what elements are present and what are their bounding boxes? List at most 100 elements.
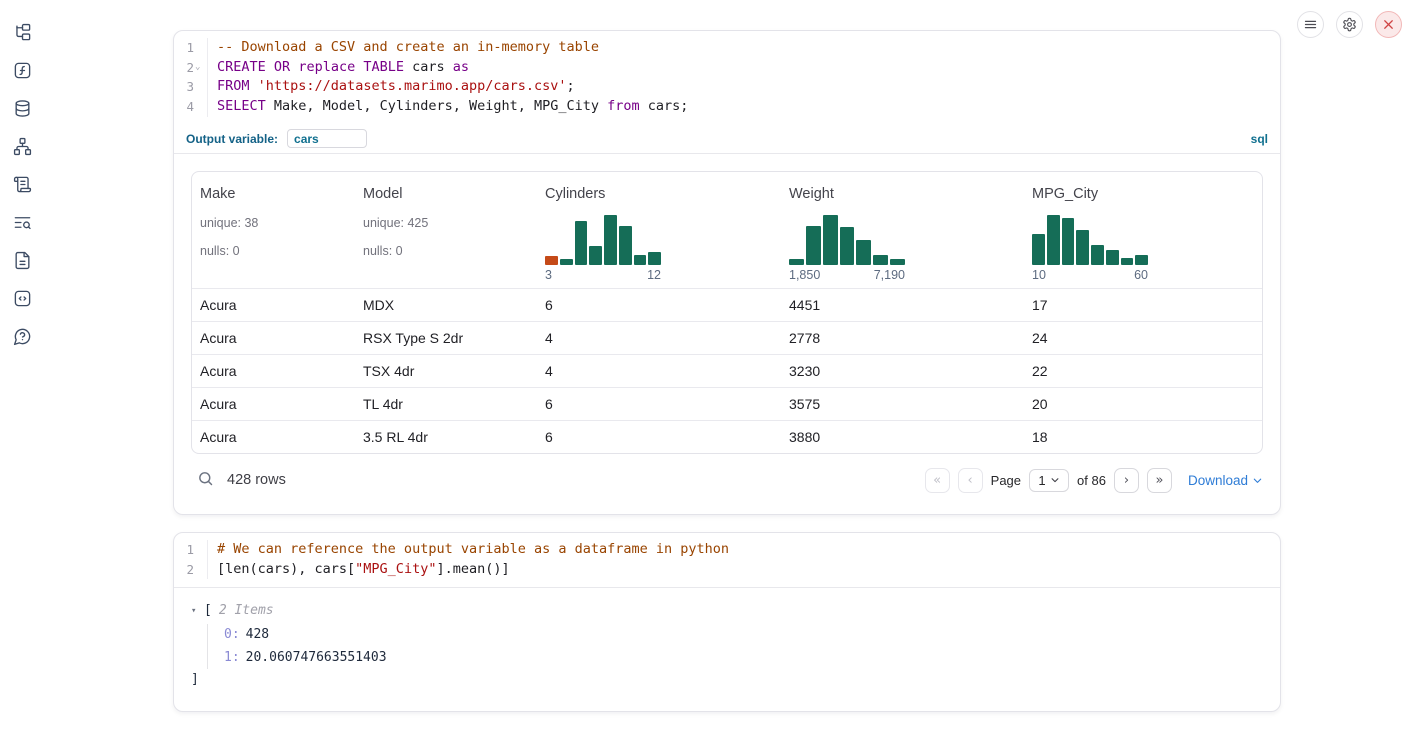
line-number: 2 xyxy=(186,560,194,580)
variables-icon[interactable] xyxy=(12,60,32,80)
axis-min-label: 1,850 xyxy=(789,268,820,282)
table-body: AcuraMDX6445117AcuraRSX Type S 2dr427782… xyxy=(192,288,1262,453)
column-stats: nulls: 0 xyxy=(363,243,537,260)
column-label[interactable]: Model xyxy=(363,185,537,203)
settings-button[interactable] xyxy=(1336,11,1363,38)
search-icon[interactable] xyxy=(195,470,215,490)
next-page-button[interactable]: › xyxy=(1114,468,1139,493)
table-cell: 4451 xyxy=(781,297,1024,313)
topbar xyxy=(1297,11,1402,38)
download-button[interactable]: Download xyxy=(1188,473,1263,488)
sql-code-editor[interactable]: 1-- Download a CSV and create an in-memo… xyxy=(174,31,1280,125)
code-line[interactable]: 4SELECT Make, Model, Cylinders, Weight, … xyxy=(174,97,1280,117)
table-cell: 4 xyxy=(537,330,781,346)
histogram-bar xyxy=(1091,245,1104,265)
table-cell: Acura xyxy=(192,429,355,445)
table-row: Acura3.5 RL 4dr6388018 xyxy=(192,420,1262,453)
code-line[interactable]: 2[len(cars), cars["MPG_City"].mean()] xyxy=(174,560,1280,580)
column-stats: unique: 38 xyxy=(200,215,355,232)
prev-page-button[interactable]: ‹ xyxy=(958,468,983,493)
histogram-bar xyxy=(1121,258,1134,265)
code-line[interactable]: 3FROM 'https://datasets.marimo.app/cars.… xyxy=(174,77,1280,97)
table-cell: 22 xyxy=(1024,363,1262,379)
histogram-bar xyxy=(1106,250,1119,265)
file-explorer-icon[interactable] xyxy=(12,22,32,42)
documentation-icon[interactable] xyxy=(12,250,32,270)
sql-output: Make unique: 38 nulls: 0Model unique: 425 nu… xyxy=(174,154,1280,494)
line-gutter: 2⌄ xyxy=(174,58,208,78)
table-row: AcuraTL 4dr6357520 xyxy=(192,387,1262,420)
axis-max-label: 7,190 xyxy=(874,268,905,282)
histogram-bar xyxy=(619,226,632,265)
python-code-editor[interactable]: 1# We can reference the output variable … xyxy=(174,533,1280,587)
snippets-icon[interactable] xyxy=(12,288,32,308)
code-line[interactable]: 2⌄CREATE OR replace TABLE cars as xyxy=(174,58,1280,78)
marimo-notebook: 1 -- Download a CSV and create an in-memo… xyxy=(0,0,1408,729)
collapse-chevron-icon[interactable]: ▾ xyxy=(191,601,204,621)
code-text: CREATE OR replace TABLE cars as xyxy=(208,58,469,78)
column-histogram xyxy=(789,215,905,265)
table-column-header: Model unique: 425 nulls: 0 xyxy=(355,185,537,282)
histogram-axis: 3 12 xyxy=(545,268,661,282)
table-row: AcuraTSX 4dr4323022 xyxy=(192,354,1262,387)
chevron-down-icon xyxy=(1050,475,1060,485)
output-variable-label: Output variable: xyxy=(186,132,278,146)
histogram-bar xyxy=(873,255,888,265)
tree-entry-value: 20.060747663551403 xyxy=(246,650,387,665)
histogram-bar xyxy=(890,259,905,265)
help-icon[interactable] xyxy=(12,326,32,346)
table-cell: 18 xyxy=(1024,429,1262,445)
table-cell: 17 xyxy=(1024,297,1262,313)
code-text: -- Download a CSV and create an in-memor… xyxy=(208,38,599,58)
python-output-tree: ▾ [ 2 Items 0:4281:20.060747663551403 ] xyxy=(174,588,1280,690)
histogram-axis: 1060 xyxy=(1032,268,1148,282)
last-page-button[interactable]: » xyxy=(1147,468,1172,493)
column-label[interactable]: Cylinders xyxy=(545,185,781,203)
line-gutter: 3 xyxy=(174,77,208,97)
menu-button[interactable] xyxy=(1297,11,1324,38)
line-gutter: 4 xyxy=(174,97,208,117)
shutdown-button[interactable] xyxy=(1375,11,1402,38)
line-number: 2 xyxy=(186,58,194,78)
axis-max-label: 60 xyxy=(1134,268,1148,282)
table-header: Make unique: 38 nulls: 0Model unique: 425 nu… xyxy=(192,172,1262,288)
column-label[interactable]: MPG_City xyxy=(1032,185,1262,203)
histogram-bar xyxy=(545,256,558,265)
code-line[interactable]: 1-- Download a CSV and create an in-memo… xyxy=(174,38,1280,58)
histogram-bar xyxy=(589,246,602,265)
axis-min-label: 3 xyxy=(545,268,552,282)
histogram-bar xyxy=(1047,215,1060,265)
sql-cell: 1 -- Download a CSV and create an in-memo… xyxy=(173,30,1281,515)
table-cell: 3575 xyxy=(781,396,1024,412)
column-histogram xyxy=(545,215,661,265)
table-cell: 2778 xyxy=(781,330,1024,346)
page-select-value: 1 xyxy=(1038,473,1045,488)
column-label[interactable]: Weight xyxy=(789,185,1024,203)
language-badge: sql xyxy=(1251,132,1268,146)
dependency-graph-icon[interactable] xyxy=(12,136,32,156)
column-stats: unique: 425 xyxy=(363,215,537,232)
line-gutter: 2 xyxy=(174,560,208,580)
code-text: FROM 'https://datasets.marimo.app/cars.c… xyxy=(208,77,575,97)
column-label[interactable]: Make xyxy=(200,185,355,203)
data-table: Make unique: 38 nulls: 0Model unique: 425 nu… xyxy=(191,171,1263,454)
table-cell: MDX xyxy=(355,297,537,313)
histogram-axis: 1,850 7,190 xyxy=(789,268,905,282)
histogram-bar xyxy=(1062,218,1075,265)
code-text: # We can reference the output variable a… xyxy=(208,540,729,560)
scratchpad-icon[interactable] xyxy=(12,174,32,194)
output-variable-input[interactable] xyxy=(287,129,367,148)
datasources-icon[interactable] xyxy=(12,98,32,118)
code-line[interactable]: 1# We can reference the output variable … xyxy=(174,540,1280,560)
fold-chevron-icon[interactable]: ⌄ xyxy=(195,63,204,72)
logs-icon[interactable] xyxy=(12,212,32,232)
left-sidebar xyxy=(0,0,44,729)
first-page-button[interactable]: « xyxy=(925,468,950,493)
axis-max-label: 12 xyxy=(647,268,661,282)
histogram-bar xyxy=(560,259,573,265)
page-select[interactable]: 1 xyxy=(1029,469,1069,492)
histogram-bar xyxy=(856,240,871,265)
output-variable-row: Output variable: sql xyxy=(174,125,1280,154)
tree-close-bracket: ] xyxy=(191,670,1280,690)
table-cell: Acura xyxy=(192,363,355,379)
